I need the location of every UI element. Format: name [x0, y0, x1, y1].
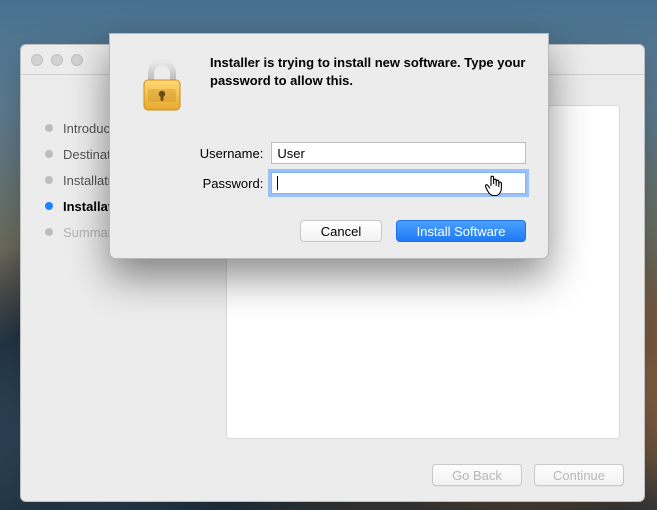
continue-button: Continue [534, 464, 624, 486]
installer-footer: Go Back Continue [21, 449, 644, 501]
zoom-window-button[interactable] [71, 54, 83, 66]
step-bullet-icon [45, 176, 53, 184]
auth-dialog: Installer is trying to install new softw… [109, 33, 549, 259]
install-software-button[interactable]: Install Software [396, 220, 526, 242]
step-bullet-icon [45, 228, 53, 236]
step-bullet-icon [45, 124, 53, 132]
step-bullet-icon [45, 202, 53, 210]
window-controls [31, 54, 83, 66]
username-field[interactable] [271, 142, 526, 164]
cancel-button[interactable]: Cancel [300, 220, 382, 242]
auth-message: Installer is trying to install new softw… [210, 54, 526, 114]
password-label: Password: [142, 176, 271, 191]
minimize-window-button[interactable] [51, 54, 63, 66]
close-window-button[interactable] [31, 54, 43, 66]
go-back-button: Go Back [432, 464, 522, 486]
username-label: Username: [142, 146, 271, 161]
lock-icon [132, 54, 192, 114]
password-field[interactable] [271, 172, 526, 194]
auth-form: Username: Password: [142, 138, 526, 198]
step-bullet-icon [45, 150, 53, 158]
text-caret [277, 176, 278, 190]
